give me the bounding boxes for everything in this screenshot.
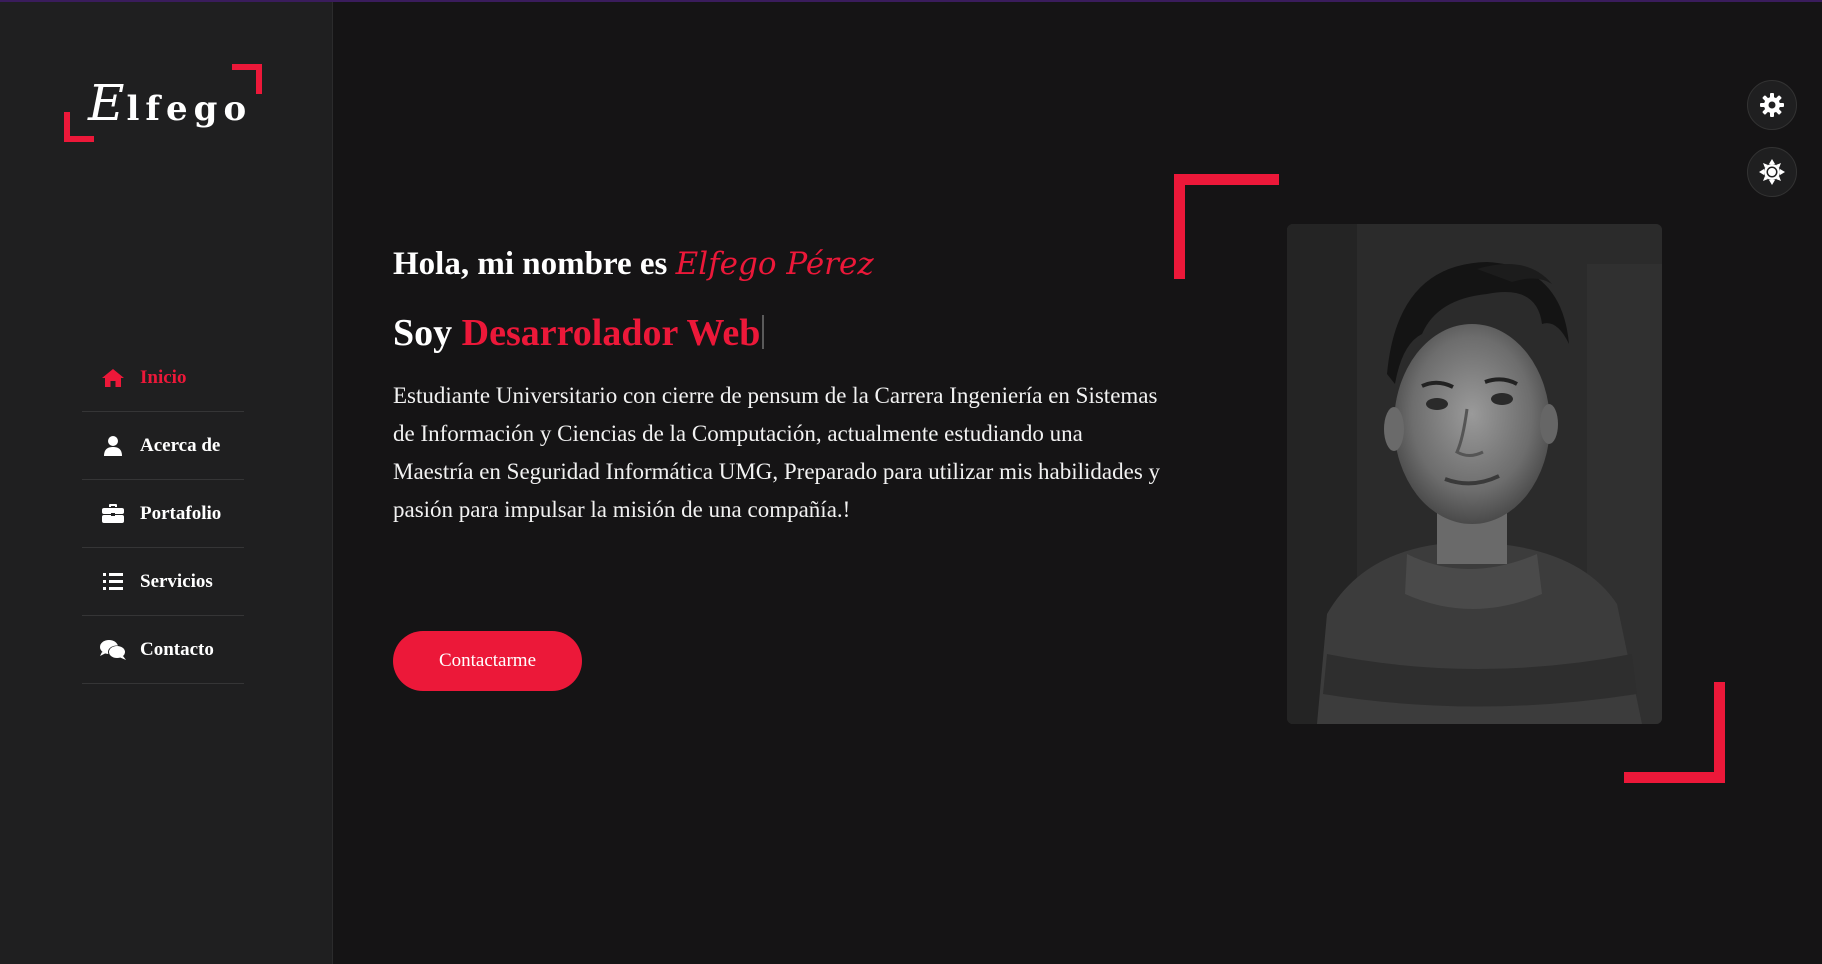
theme-toggle-button[interactable]	[1747, 147, 1797, 197]
list-icon	[100, 571, 126, 593]
typing-cursor	[762, 315, 765, 349]
logo-text: Elfego	[88, 74, 252, 132]
home-icon	[100, 367, 126, 389]
greeting-name: Elfego Pérez	[675, 246, 874, 282]
profile-photo	[1287, 224, 1662, 724]
greeting-heading: Hola, mi nombre es Elfego Pérez	[393, 246, 1173, 283]
gear-icon	[1760, 93, 1784, 117]
logo-rest: lfego	[126, 89, 253, 129]
nav-item-servicios[interactable]: Servicios	[82, 548, 244, 616]
main-nav: Inicio Acerca de Portafolio Servicios Co…	[82, 344, 244, 684]
greeting-text: Hola, mi nombre es	[393, 246, 676, 282]
sidebar: Elfego Inicio Acerca de Portafolio Servi…	[0, 2, 333, 964]
nav-item-label: Contacto	[140, 638, 214, 660]
comments-icon	[100, 639, 126, 661]
logo[interactable]: Elfego	[64, 64, 262, 142]
nav-item-label: Servicios	[140, 570, 213, 592]
profile-photo-illustration	[1287, 224, 1662, 724]
nav-item-portafolio[interactable]: Portafolio	[82, 480, 244, 548]
nav-item-label: Inicio	[140, 366, 187, 388]
contact-button[interactable]: Contactarme	[393, 631, 582, 691]
role-heading: Soy Desarrolador Web	[393, 311, 1173, 355]
logo-first-letter: E	[88, 74, 127, 132]
role-text: Desarrolador Web	[461, 312, 761, 354]
nav-item-contacto[interactable]: Contacto	[82, 616, 244, 684]
photo-frame-top-left	[1174, 174, 1279, 279]
role-prefix: Soy	[393, 312, 462, 354]
settings-button[interactable]	[1747, 80, 1797, 130]
hero-description: Estudiante Universitario con cierre de p…	[393, 383, 1161, 522]
nav-item-acerca-de[interactable]: Acerca de	[82, 412, 244, 480]
theme-toggle-icon	[1759, 159, 1785, 185]
nav-item-label: Portafolio	[140, 502, 222, 524]
user-icon	[100, 435, 126, 457]
nav-item-label: Acerca de	[140, 434, 221, 456]
briefcase-icon	[100, 503, 126, 525]
nav-item-inicio[interactable]: Inicio	[82, 344, 244, 412]
hero-section: Hola, mi nombre es Elfego Pérez Soy Desa…	[393, 246, 1173, 529]
